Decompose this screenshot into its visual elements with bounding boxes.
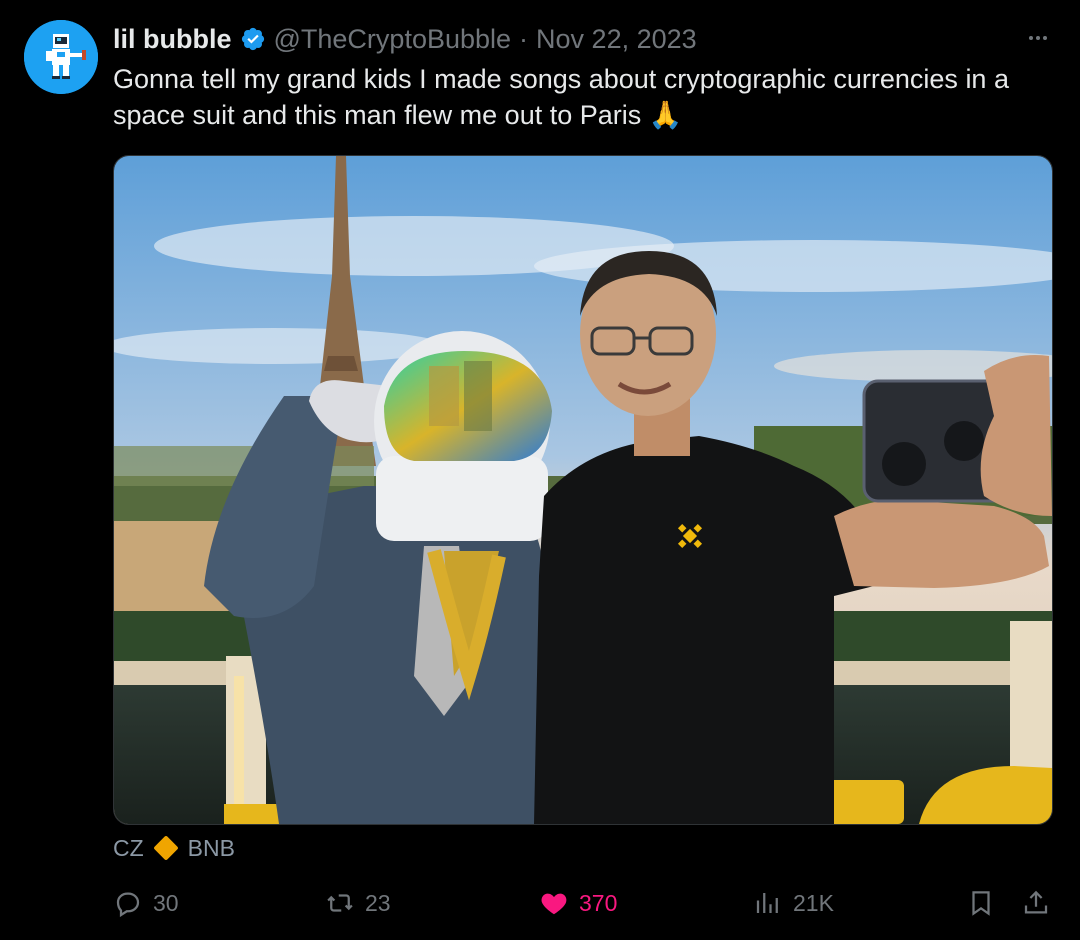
like-count: 370 — [579, 889, 618, 916]
reply-icon — [116, 892, 140, 918]
share-button[interactable] — [1021, 885, 1061, 921]
repost-icon — [327, 894, 353, 912]
author-handle[interactable]: @TheCryptoBubble — [274, 24, 512, 55]
more-options-icon[interactable] — [1024, 24, 1052, 52]
bookmark-button[interactable] — [966, 885, 1006, 921]
orange-diamond-icon — [152, 834, 180, 862]
header-separator: · — [519, 23, 529, 54]
repost-button[interactable]: 23 — [325, 885, 391, 921]
view-count: 21K — [793, 889, 834, 916]
tweet-header: lil bubble @TheCryptoBubble · Nov 22, 20… — [113, 22, 697, 56]
avatar[interactable] — [24, 20, 98, 94]
author-name[interactable]: lil bubble — [113, 24, 232, 55]
heart-icon — [541, 893, 567, 915]
like-button[interactable]: 370 — [539, 885, 617, 921]
caption-right-text: BNB — [187, 834, 235, 861]
caption-left-text: CZ — [113, 834, 144, 861]
tweet-photo[interactable] — [113, 155, 1053, 825]
tweet-action-bar: 30 23 370 21K — [113, 885, 1053, 921]
tweet-body: Gonna tell my grand kids I made songs ab… — [113, 64, 1009, 130]
reply-count: 30 — [153, 889, 179, 916]
verified-badge-icon — [240, 26, 266, 52]
views-button[interactable]: 21K — [753, 885, 834, 921]
photo-caption: CZ BNB — [113, 834, 235, 862]
tweet-date[interactable]: Nov 22, 2023 — [536, 24, 697, 55]
folded-hands-emoji: 🙏 — [648, 100, 683, 130]
tweet-text: Gonna tell my grand kids I made songs ab… — [113, 61, 1063, 133]
bookmark-icon — [972, 891, 990, 916]
share-icon — [1024, 890, 1048, 914]
repost-count: 23 — [365, 889, 391, 916]
views-chart-icon — [756, 893, 778, 913]
reply-button[interactable]: 30 — [113, 885, 179, 921]
